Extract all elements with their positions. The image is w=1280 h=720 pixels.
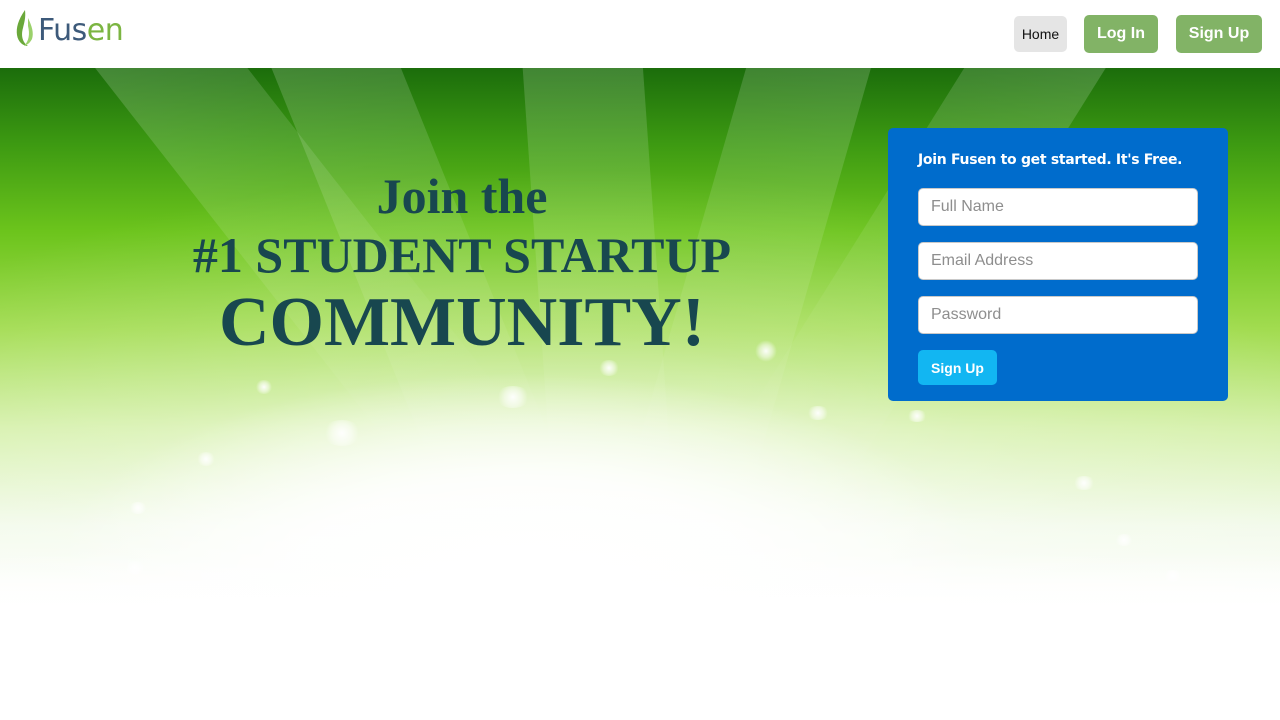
bokeh-dot [124, 561, 146, 575]
headline-line-2: #1 STUDENT STARTUP [192, 227, 732, 283]
bokeh-dot [806, 406, 830, 420]
home-button[interactable]: Home [1014, 16, 1067, 52]
bokeh-dot [1114, 534, 1134, 546]
headline-line-1: Join the [376, 168, 548, 224]
headline-line-3: COMMUNITY! [218, 284, 706, 361]
signup-nav-button[interactable]: Sign Up [1176, 15, 1262, 53]
logo-wordmark-main: Fus [38, 13, 87, 48]
login-button[interactable]: Log In [1084, 15, 1158, 53]
bokeh-dot [255, 380, 273, 394]
password-input[interactable] [918, 296, 1198, 334]
bokeh-dot [755, 340, 777, 362]
hero-headline: Join the #1 STUDENT STARTUP COMMUNITY! [172, 166, 752, 362]
bokeh-dot [1072, 476, 1096, 490]
signup-card-title: Join Fusen to get started. It's Free. [918, 152, 1183, 168]
logo-wordmark: Fusen [38, 13, 124, 48]
full-name-input[interactable] [918, 188, 1198, 226]
bokeh-dot [598, 360, 620, 376]
signup-submit-button[interactable]: Sign Up [918, 350, 997, 385]
flame-leaf-icon [16, 10, 33, 46]
bokeh-dot [906, 410, 928, 422]
bokeh-dot [322, 420, 362, 446]
fusen-logo[interactable]: Fusen [14, 6, 124, 48]
top-navbar: Fusen Home Log In Sign Up [0, 0, 1280, 68]
email-input[interactable] [918, 242, 1198, 280]
bokeh-dot [196, 452, 216, 466]
signup-card: Join Fusen to get started. It's Free. Si… [888, 128, 1228, 401]
bokeh-dot [495, 386, 531, 408]
bokeh-dot [128, 502, 148, 514]
logo-wordmark-accent: en [86, 13, 124, 48]
bokeh-dot [1162, 570, 1184, 582]
